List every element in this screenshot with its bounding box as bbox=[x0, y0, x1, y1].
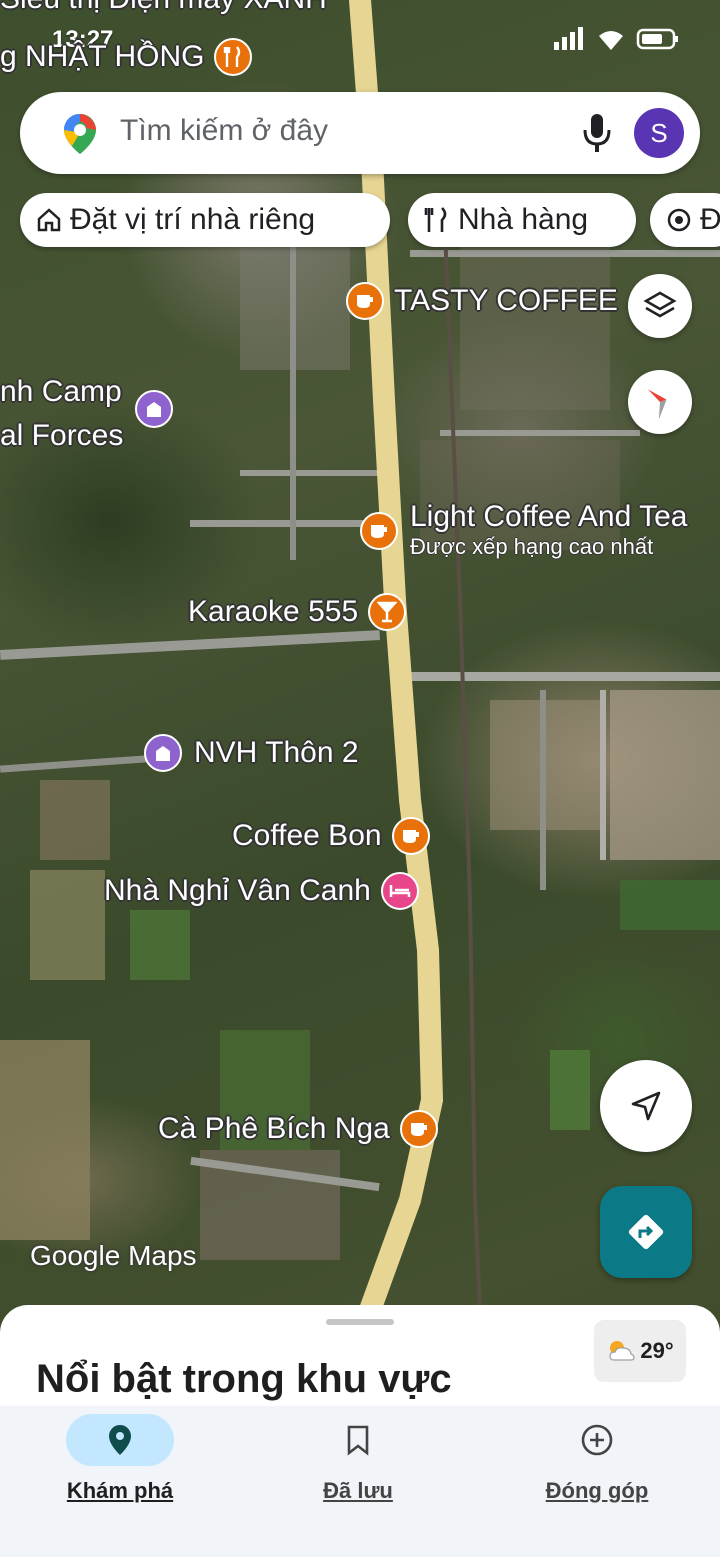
poi-light-coffee[interactable]: Light Coffee And Tea Được xếp hạng cao n… bbox=[360, 500, 687, 560]
poi-dien-may-xanh[interactable]: Siêu thị Điện máy XANH bbox=[0, 0, 327, 16]
google-maps-watermark: Google Maps bbox=[30, 1240, 197, 1271]
search-placeholder: Tìm kiếm ở đây bbox=[120, 114, 329, 147]
hotel-icon bbox=[380, 872, 419, 910]
poi-coffee-bon[interactable]: Coffee Bon bbox=[232, 817, 430, 855]
layers-icon bbox=[643, 291, 677, 318]
wifi-icon bbox=[599, 31, 623, 50]
chip-label: Nhà hàng bbox=[458, 203, 589, 236]
nav-label: Đóng góp bbox=[545, 1478, 649, 1503]
bar-icon bbox=[368, 593, 407, 631]
poi-label: nh Camp al Forces bbox=[0, 375, 124, 452]
attraction-icon bbox=[666, 207, 692, 233]
coffee-icon bbox=[399, 1110, 438, 1148]
nav-icon-wrap bbox=[304, 1414, 412, 1466]
poi-nhat-hong[interactable]: g NHẬT HỒNG bbox=[0, 38, 253, 76]
my-location-button[interactable] bbox=[600, 1060, 692, 1152]
poi-tasty-coffee[interactable]: TASTY COFFEE bbox=[346, 282, 618, 320]
sheet-handle[interactable] bbox=[326, 1319, 394, 1325]
directions-button[interactable] bbox=[600, 1186, 692, 1278]
landmark-icon bbox=[144, 734, 182, 772]
nav-active-indicator bbox=[66, 1414, 174, 1466]
directions-icon bbox=[628, 1214, 664, 1250]
nav-contribute[interactable]: Đóng góp bbox=[497, 1406, 697, 1516]
poi-label: Siêu thị Điện máy XANH bbox=[0, 0, 327, 16]
battery-icon bbox=[636, 28, 678, 50]
sheet-title: Nổi bật trong khu vực bbox=[36, 1357, 452, 1401]
poi-label: g NHẬT HỒNG bbox=[0, 40, 205, 73]
coffee-icon bbox=[360, 512, 398, 550]
google-maps-pin-icon bbox=[64, 114, 96, 154]
poi-nvh-thon-2[interactable]: NVH Thôn 2 bbox=[144, 734, 359, 772]
restaurant-icon bbox=[424, 206, 450, 234]
nav-saved[interactable]: Đã lưu bbox=[258, 1406, 458, 1516]
nav-icon-wrap bbox=[543, 1414, 651, 1466]
explore-pin-icon bbox=[109, 1425, 131, 1455]
bookmark-icon bbox=[347, 1425, 369, 1456]
nav-explore[interactable]: Khám phá bbox=[20, 1406, 220, 1516]
search-bar[interactable]: Tìm kiếm ở đây S bbox=[20, 92, 700, 174]
poi-label: TASTY COFFEE bbox=[394, 284, 618, 317]
poi-nha-nghi-van-canh[interactable]: Nhà Nghỉ Vân Canh bbox=[104, 872, 419, 910]
poi-label: Karaoke 555 bbox=[188, 595, 359, 628]
chip-attractions[interactable]: Đ bbox=[650, 193, 720, 247]
navigation-arrow-icon bbox=[631, 1091, 661, 1121]
coffee-icon bbox=[346, 282, 384, 320]
landmark-icon bbox=[135, 390, 174, 428]
compass-icon bbox=[647, 389, 667, 420]
nav-label: Khám phá bbox=[66, 1478, 174, 1503]
avatar[interactable]: S bbox=[634, 108, 684, 158]
poi-label: Nhà Nghỉ Vân Canh bbox=[104, 874, 371, 907]
home-icon bbox=[36, 207, 62, 233]
coffee-icon bbox=[391, 817, 430, 855]
restaurant-icon bbox=[214, 38, 253, 76]
partly-cloudy-icon bbox=[609, 1341, 635, 1361]
poi-label: Coffee Bon bbox=[232, 819, 382, 852]
mic-icon[interactable] bbox=[580, 112, 614, 154]
chip-label: Đ bbox=[700, 203, 720, 236]
poi-camp[interactable]: nh Camp al Forces bbox=[0, 370, 174, 458]
chip-set-home[interactable]: Đặt vị trí nhà riêng bbox=[20, 193, 390, 247]
chip-label: Đặt vị trí nhà riêng bbox=[70, 203, 316, 236]
poi-sublabel: Được xếp hạng cao nhất bbox=[410, 534, 654, 559]
poi-ca-phe-bich-nga[interactable]: Cà Phê Bích Nga bbox=[158, 1110, 438, 1148]
poi-karaoke-555[interactable]: Karaoke 555 bbox=[188, 593, 407, 631]
poi-label: NVH Thôn 2 bbox=[194, 736, 359, 769]
compass-button[interactable] bbox=[628, 370, 692, 434]
nav-label: Đã lưu bbox=[323, 1478, 393, 1503]
add-circle-icon bbox=[581, 1424, 613, 1456]
chip-restaurants[interactable]: Nhà hàng bbox=[408, 193, 636, 247]
bottom-nav: Khám phá Đã lưu Đóng góp bbox=[0, 1406, 720, 1557]
poi-label: Light Coffee And Tea bbox=[410, 500, 688, 533]
weather-temp: 29° bbox=[640, 1338, 674, 1363]
poi-label: Cà Phê Bích Nga bbox=[158, 1112, 390, 1145]
layers-button[interactable] bbox=[628, 274, 692, 338]
status-icons bbox=[552, 26, 680, 52]
signal-icon bbox=[554, 27, 583, 50]
weather-badge[interactable]: 29° bbox=[594, 1320, 686, 1382]
